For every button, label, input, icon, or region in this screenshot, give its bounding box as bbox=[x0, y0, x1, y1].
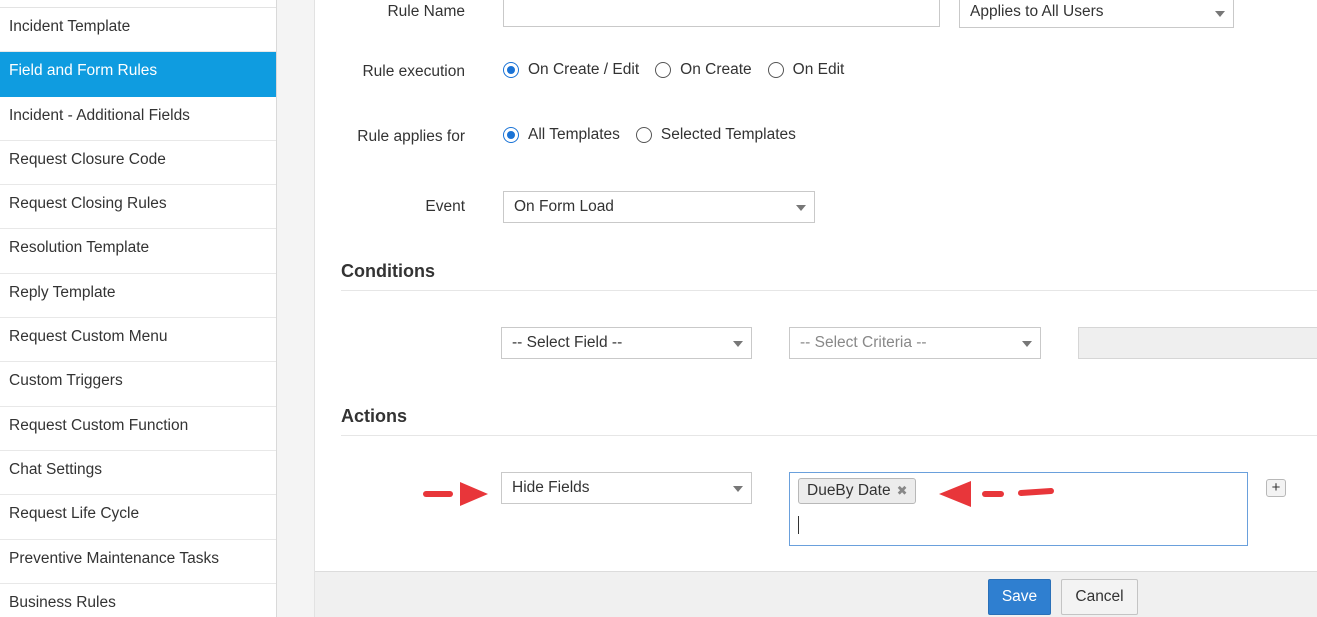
radio-on-create[interactable]: On Create bbox=[655, 61, 752, 79]
rule-name-label: Rule Name bbox=[387, 3, 465, 20]
save-button[interactable]: Save bbox=[988, 579, 1051, 615]
actions-divider bbox=[341, 435, 1317, 436]
radio-label: On Edit bbox=[792, 61, 845, 78]
rule-name-input[interactable] bbox=[503, 0, 940, 27]
radio-label: Selected Templates bbox=[660, 126, 796, 143]
sidebar-item-incident-additional-fields[interactable]: Incident - Additional Fields bbox=[0, 97, 276, 141]
condition-value-input[interactable] bbox=[1078, 327, 1317, 359]
radio-unchecked-icon bbox=[655, 62, 672, 78]
chevron-down-icon bbox=[1022, 341, 1032, 347]
text-cursor bbox=[798, 516, 799, 534]
sidebar-item-label: Reply Template bbox=[9, 283, 116, 301]
radio-all-templates[interactable]: All Templates bbox=[503, 126, 620, 144]
radio-selected-templates[interactable]: Selected Templates bbox=[635, 126, 796, 144]
event-label: Event bbox=[425, 198, 465, 215]
radio-label: All Templates bbox=[528, 126, 620, 143]
sidebar-item-request-closure-code[interactable]: Request Closure Code bbox=[0, 141, 276, 186]
applies-to-select[interactable]: Applies to All Users bbox=[959, 0, 1234, 28]
rule-applies-label: Rule applies for bbox=[357, 128, 465, 145]
sidebar-item-label: Resolution Template bbox=[9, 239, 150, 257]
sidebar-item-field-and-form-rules[interactable]: Field and Form Rules bbox=[0, 52, 276, 97]
tag-dueby-date: DueBy Date ✖ bbox=[798, 478, 917, 504]
event-value: On Form Load bbox=[514, 198, 614, 215]
sidebar-item-label: Preventive Maintenance Tasks bbox=[9, 549, 219, 567]
rule-execution-label: Rule execution bbox=[362, 63, 465, 80]
radio-unchecked-icon bbox=[767, 62, 784, 78]
sidebar-item-preventive-maintenance-tasks[interactable]: Preventive Maintenance Tasks bbox=[0, 540, 276, 584]
action-type-value: Hide Fields bbox=[512, 479, 590, 496]
sidebar-item-label: Request Custom Function bbox=[9, 416, 189, 434]
radio-checked-icon bbox=[503, 127, 519, 143]
applies-to-value: Applies to All Users bbox=[970, 3, 1104, 20]
sidebar-item-label: Custom Triggers bbox=[9, 372, 123, 390]
settings-sidebar: Incident Template Field and Form Rules I… bbox=[0, 0, 277, 617]
condition-field-value: -- Select Field -- bbox=[512, 334, 623, 351]
left-gutter bbox=[277, 0, 315, 617]
form-footer: Save Cancel bbox=[315, 571, 1317, 617]
sidebar-item-label: Incident - Additional Fields bbox=[9, 106, 190, 124]
sidebar-item-incident-template[interactable]: Incident Template bbox=[0, 8, 276, 53]
sidebar-item-label: Chat Settings bbox=[9, 460, 103, 478]
add-action-button[interactable]: + bbox=[1266, 479, 1286, 497]
action-type-select[interactable]: Hide Fields bbox=[501, 472, 752, 504]
rule-editor-panel: Rule Name Applies to All Users Rule exec… bbox=[277, 0, 1317, 617]
radio-on-create-edit[interactable]: On Create / Edit bbox=[503, 61, 639, 79]
radio-on-edit[interactable]: On Edit bbox=[767, 61, 845, 79]
sidebar-top-edge bbox=[0, 0, 276, 8]
sidebar-item-chat-settings[interactable]: Chat Settings bbox=[0, 451, 276, 496]
chevron-down-icon bbox=[1215, 11, 1225, 17]
tag-label: DueBy Date bbox=[807, 482, 891, 499]
event-select[interactable]: On Form Load bbox=[503, 191, 815, 223]
condition-criteria-select[interactable]: -- Select Criteria -- bbox=[789, 327, 1041, 359]
rule-execution-radio-group: On Create / Edit On Create On Edit bbox=[503, 61, 860, 79]
conditions-divider bbox=[341, 290, 1317, 291]
sidebar-item-reply-template[interactable]: Reply Template bbox=[0, 274, 276, 319]
annotation-arrow-right-icon bbox=[423, 482, 488, 506]
sidebar-item-request-life-cycle[interactable]: Request Life Cycle bbox=[0, 495, 276, 540]
sidebar-item-custom-triggers[interactable]: Custom Triggers bbox=[0, 362, 276, 407]
sidebar-item-label: Request Closing Rules bbox=[9, 195, 167, 213]
chevron-down-icon bbox=[733, 486, 743, 492]
sidebar-item-business-rules[interactable]: Business Rules bbox=[0, 584, 276, 617]
cancel-button[interactable]: Cancel bbox=[1061, 579, 1138, 615]
condition-field-select[interactable]: -- Select Field -- bbox=[501, 327, 752, 359]
radio-label: On Create / Edit bbox=[528, 61, 640, 78]
annotation-arrow-left-icon bbox=[939, 481, 1054, 507]
rule-applies-radio-group: All Templates Selected Templates bbox=[503, 126, 812, 144]
chevron-down-icon bbox=[796, 205, 806, 211]
sidebar-item-label: Incident Template bbox=[9, 18, 131, 35]
sidebar-item-request-custom-menu[interactable]: Request Custom Menu bbox=[0, 318, 276, 363]
radio-unchecked-icon bbox=[635, 127, 652, 143]
sidebar-item-label: Request Closure Code bbox=[9, 150, 166, 168]
condition-criteria-value: -- Select Criteria -- bbox=[800, 334, 927, 351]
chevron-down-icon bbox=[733, 341, 743, 347]
sidebar-item-request-custom-function[interactable]: Request Custom Function bbox=[0, 407, 276, 451]
sidebar-item-label: Request Custom Menu bbox=[9, 328, 168, 346]
sidebar-item-request-closing-rules[interactable]: Request Closing Rules bbox=[0, 185, 276, 230]
sidebar-item-label: Request Life Cycle bbox=[9, 505, 140, 523]
sidebar-item-label: Field and Form Rules bbox=[9, 62, 158, 80]
conditions-title: Conditions bbox=[341, 261, 435, 281]
sidebar-item-label: Business Rules bbox=[9, 593, 116, 611]
radio-label: On Create bbox=[680, 61, 752, 78]
actions-title: Actions bbox=[341, 406, 408, 426]
sidebar-item-resolution-template[interactable]: Resolution Template bbox=[0, 229, 276, 274]
remove-tag-icon[interactable]: ✖ bbox=[897, 479, 908, 503]
radio-checked-icon bbox=[503, 62, 519, 78]
